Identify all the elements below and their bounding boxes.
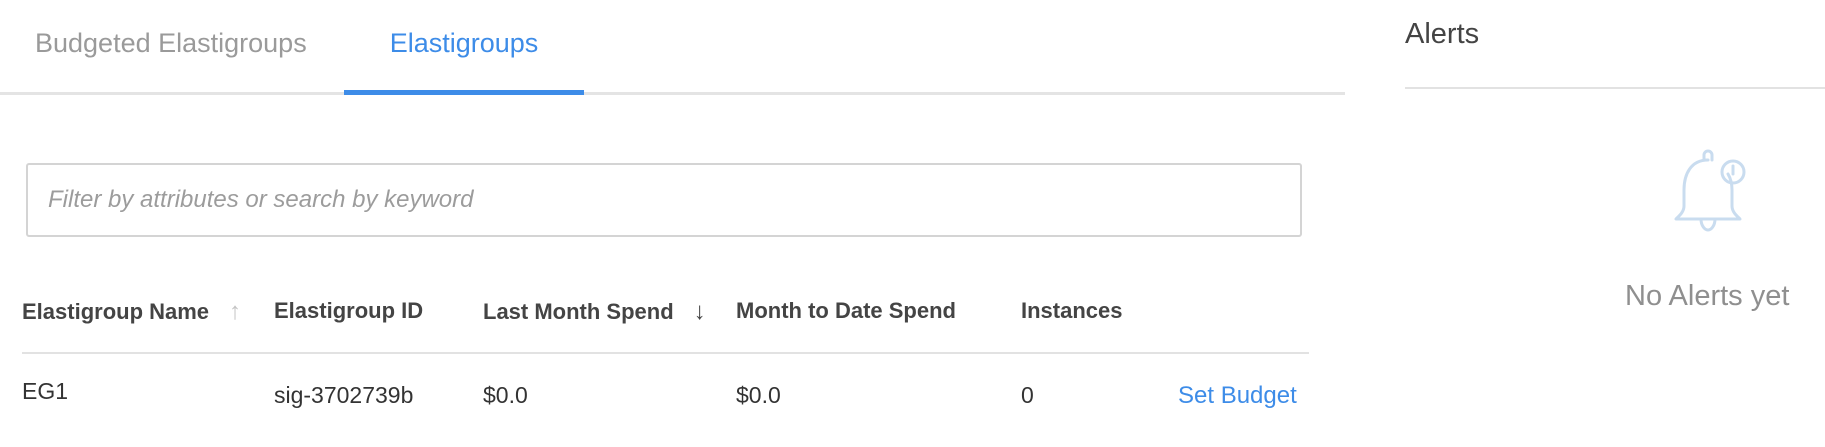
arrow-up-icon[interactable]: ↑ xyxy=(229,298,241,326)
elastigroups-table: Elastigroup Name ↑ Elastigroup ID Last M… xyxy=(22,290,1309,434)
tab-bar: Budgeted Elastigroups Elastigroups xyxy=(0,0,1345,95)
search-input[interactable] xyxy=(26,163,1302,237)
active-tab-indicator xyxy=(344,90,584,95)
tab-budgeted-elastigroups[interactable]: Budgeted Elastigroups xyxy=(35,0,307,92)
empty-state-text: No Alerts yet xyxy=(1625,280,1790,312)
cell-month-to-date-spend: $0.0 xyxy=(736,382,781,408)
cell-id: sig-3702739b xyxy=(274,382,414,408)
table-row: EG1 sig-3702739b $0.0 $0.0 0 Set Budget xyxy=(22,354,1309,434)
tab-label: Budgeted Elastigroups xyxy=(35,28,307,58)
tab-elastigroups[interactable]: Elastigroups xyxy=(344,0,584,95)
column-header-id[interactable]: Elastigroup ID xyxy=(274,298,423,324)
set-budget-link[interactable]: Set Budget xyxy=(1178,382,1297,410)
column-header-month-to-date-spend[interactable]: Month to Date Spend xyxy=(736,298,956,324)
tab-label: Elastigroups xyxy=(389,28,539,58)
alerts-title: Alerts xyxy=(1405,18,1480,50)
column-header-instances[interactable]: Instances xyxy=(1021,298,1123,324)
column-header-last-month-spend[interactable]: Last Month Spend ↓ xyxy=(483,298,706,326)
divider xyxy=(1405,87,1825,89)
bell-icon xyxy=(1673,148,1749,243)
arrow-down-icon[interactable]: ↓ xyxy=(694,298,706,326)
table-header: Elastigroup Name ↑ Elastigroup ID Last M… xyxy=(22,290,1309,354)
column-header-name[interactable]: Elastigroup Name ↑ xyxy=(22,298,241,326)
cell-last-month-spend: $0.0 xyxy=(483,382,528,408)
cell-name: EG1 xyxy=(22,378,69,404)
cell-instances: 0 xyxy=(1021,382,1034,408)
